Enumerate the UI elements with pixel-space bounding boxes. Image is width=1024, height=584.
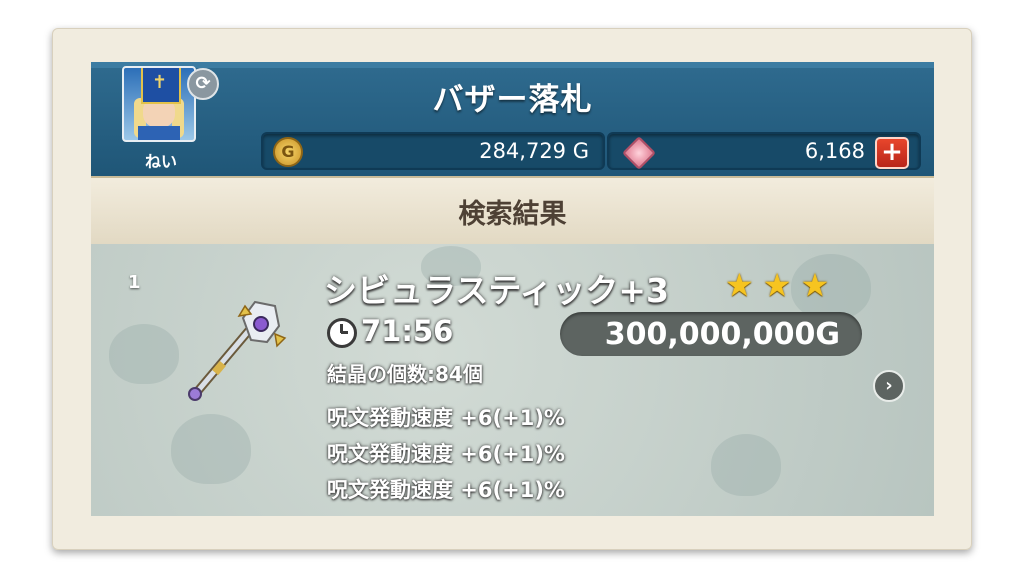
star-icon: ★ bbox=[725, 266, 754, 304]
chevron-right-icon[interactable]: › bbox=[873, 370, 905, 402]
item-name: シビュラスティック+3 bbox=[324, 271, 669, 310]
stat-line: 呪文発動速度 +6(+1)% bbox=[327, 442, 565, 466]
result-rank: 1 bbox=[128, 272, 141, 293]
price-badge: 300,000,000G bbox=[560, 312, 862, 356]
header-stripe bbox=[91, 62, 934, 68]
result-list: 1 シビュラスティック+3 ★ ★ ★ 71:56 300,000,000G 結… bbox=[91, 244, 934, 516]
search-results-header: 検索結果 bbox=[91, 176, 934, 246]
gold-coin-icon: G bbox=[273, 137, 303, 167]
avatar-hat bbox=[141, 68, 181, 104]
gem-display: 6,168 + bbox=[607, 132, 921, 170]
search-results-title: 検索結果 bbox=[458, 199, 567, 230]
star-icon: ★ bbox=[800, 266, 830, 304]
bazaar-panel: バザー落札 ⟳ ねい G 284,729 G 6,168 + 検索結果 1 bbox=[91, 62, 934, 516]
background-slime-icon bbox=[109, 324, 179, 384]
gold-display: G 284,729 G bbox=[261, 132, 605, 170]
star-icon: ★ bbox=[762, 266, 792, 304]
rarity-stars: ★ ★ ★ bbox=[725, 266, 833, 304]
background-slime-icon bbox=[711, 434, 781, 496]
player-name: ねい bbox=[144, 152, 177, 171]
gem-amount: 6,168 bbox=[804, 139, 865, 163]
background-slime-icon bbox=[171, 414, 251, 484]
time-remaining: 71:56 bbox=[361, 314, 454, 348]
swap-character-icon[interactable]: ⟳ bbox=[187, 68, 219, 100]
gem-icon bbox=[622, 136, 656, 170]
gold-amount: 284,729 G bbox=[479, 139, 589, 163]
item-price: 300,000,000G bbox=[604, 317, 840, 352]
clock-icon bbox=[327, 318, 357, 348]
header-bar: バザー落札 ⟳ ねい G 284,729 G 6,168 + bbox=[91, 62, 934, 176]
staff-item-icon bbox=[188, 300, 287, 401]
avatar-body bbox=[138, 126, 180, 140]
crystal-count: 結晶の個数:84個 bbox=[327, 362, 483, 386]
avatar[interactable] bbox=[122, 66, 196, 142]
add-gem-button[interactable]: + bbox=[875, 137, 909, 169]
stat-line: 呪文発動速度 +6(+1)% bbox=[327, 406, 565, 430]
stat-line: 呪文発動速度 +6(+1)% bbox=[327, 478, 565, 502]
